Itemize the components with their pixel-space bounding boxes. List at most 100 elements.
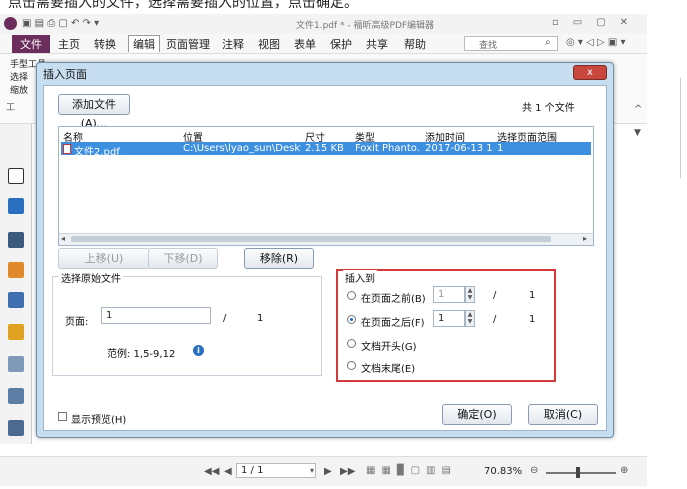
radio-before-page[interactable] xyxy=(347,291,356,300)
close-icon: x xyxy=(587,67,593,78)
layers-icon[interactable] xyxy=(8,232,24,248)
insert-page-dialog: 插入页面 x 添加文件(A)... 共 1 个文件 名称 位置 尺寸 类型 添加… xyxy=(36,62,614,438)
scroll-right-icon[interactable]: ▸ xyxy=(583,234,587,243)
after-page-separator: / xyxy=(493,314,497,325)
pages-icon[interactable] xyxy=(8,198,24,214)
before-page-input[interactable]: 1 xyxy=(433,286,465,303)
scroll-thumb[interactable] xyxy=(71,236,551,242)
after-page-spinner[interactable]: ▲ ▼ xyxy=(465,310,475,327)
document-icon[interactable] xyxy=(8,356,24,372)
range-example: 范例: 1,5-9,12 xyxy=(107,349,176,360)
zoom-slider-thumb[interactable] xyxy=(576,467,580,478)
radio-document-start[interactable] xyxy=(347,339,356,348)
zoom-slider[interactable] xyxy=(546,472,616,474)
after-page-label[interactable]: 在页面之后(F) xyxy=(361,314,425,329)
info-icon[interactable]: i xyxy=(193,345,204,356)
zoom-out-icon[interactable]: ⊖ xyxy=(530,465,538,476)
menu-protect[interactable]: 保护 xyxy=(330,36,352,52)
document-end-label[interactable]: 文档末尾(E) xyxy=(361,360,415,375)
page-number-input[interactable]: 1 / 1 xyxy=(236,463,316,478)
document-start-label[interactable]: 文档开头(G) xyxy=(361,338,417,353)
search-input[interactable]: 查找 xyxy=(479,38,497,51)
page-thumbnail-icon[interactable] xyxy=(8,168,24,184)
source-file-group-title: 选择原始文件 xyxy=(59,270,123,285)
file-table: 名称 位置 尺寸 类型 添加时间 选择页面范围 文件2.pdf C:\Users… xyxy=(58,126,594,246)
window-title: 文件1.pdf * - 福昕高级PDF编辑器 xyxy=(296,21,435,31)
attachment-icon[interactable] xyxy=(8,292,24,308)
search-box[interactable]: 查找 ⌕ xyxy=(464,36,558,51)
show-preview-checkbox[interactable] xyxy=(58,412,67,421)
toolbar-right-icons[interactable]: ◎ ▾ ◁ ▷ ▣ ▾ xyxy=(566,37,626,48)
right-panel-edge xyxy=(680,78,687,178)
page-dropdown-icon[interactable]: ▾ xyxy=(310,466,314,475)
zoom-level[interactable]: 70.83% xyxy=(484,466,522,477)
app-logo-icon xyxy=(4,17,17,30)
cell-type: Foxit Phanto... xyxy=(355,143,421,154)
menu-bar: 文件 主页 转换 编辑 页面管理 注释 视图 表单 保护 共享 帮助 查找 ⌕ … xyxy=(0,34,647,54)
menu-edit[interactable]: 编辑 xyxy=(128,35,160,52)
table-icon[interactable] xyxy=(8,388,24,404)
overlay-caption: 点击需要插入的文件，选择需要插入的位置，点击确定。 xyxy=(0,0,687,14)
before-page-separator: / xyxy=(493,290,497,301)
menu-convert[interactable]: 转换 xyxy=(94,36,116,52)
cell-size: 2.15 KB xyxy=(305,143,344,154)
scroll-down-icon[interactable]: ▼ xyxy=(634,128,641,138)
source-page-input[interactable]: 1 xyxy=(101,307,211,324)
menu-file[interactable]: 文件 xyxy=(12,35,50,53)
radio-document-end[interactable] xyxy=(347,361,356,370)
menu-view[interactable]: 视图 xyxy=(258,36,280,52)
scroll-left-icon[interactable]: ◂ xyxy=(61,234,65,243)
remove-button[interactable]: 移除(R) xyxy=(244,248,314,269)
pdf-file-icon xyxy=(63,144,71,154)
insert-to-group-title: 插入到 xyxy=(343,270,377,285)
menu-comment[interactable]: 注释 xyxy=(222,36,244,52)
ribbon-zoom[interactable]: 缩放 xyxy=(10,83,28,96)
cell-range: 1 xyxy=(497,143,504,154)
last-page-icon[interactable]: ▶▶ xyxy=(340,466,355,477)
menu-help[interactable]: 帮助 xyxy=(404,36,426,52)
cancel-button[interactable]: 取消(C) xyxy=(528,404,598,425)
before-page-total: 1 xyxy=(529,290,536,301)
horizontal-scrollbar[interactable]: ◂ ▸ xyxy=(59,233,593,245)
move-down-button[interactable]: 下移(D) xyxy=(148,248,218,269)
before-page-spinner[interactable]: ▲ ▼ xyxy=(465,286,475,303)
panel-collapse-icon[interactable]: ^ xyxy=(634,104,642,115)
show-preview-label[interactable]: 显示预览(H) xyxy=(71,411,126,426)
window-controls[interactable]: ▫▭▢✕ xyxy=(552,17,642,28)
ok-button[interactable]: 确定(O) xyxy=(442,404,512,425)
after-page-input[interactable]: 1 xyxy=(433,310,465,327)
search-icon: ⌕ xyxy=(545,37,551,48)
source-file-group: 选择原始文件 页面: 1 / 1 范例: 1,5-9,12 i xyxy=(52,270,322,376)
lock-icon[interactable] xyxy=(8,324,24,340)
source-page-total: 1 xyxy=(257,313,264,324)
ribbon-group-label: 工 xyxy=(6,103,16,113)
dialog-title: 插入页面 xyxy=(43,68,87,81)
next-page-icon[interactable]: ▶ xyxy=(324,466,332,477)
prev-page-icon[interactable]: ◀ xyxy=(224,466,232,477)
source-page-separator: / xyxy=(223,313,227,324)
menu-page-manage[interactable]: 页面管理 xyxy=(166,36,210,52)
menu-form[interactable]: 表单 xyxy=(294,36,316,52)
dialog-close-button[interactable]: x xyxy=(573,65,607,80)
insert-to-group: 插入到 在页面之前(B) 1 ▲ ▼ / 1 在页面之后(F) 1 ▲ ▼ / 1 … xyxy=(340,270,554,376)
first-page-icon[interactable]: ◀◀ xyxy=(204,466,219,477)
add-file-button[interactable]: 添加文件(A)... xyxy=(58,94,130,130)
cell-location: C:\Users\lyao_sun\Desktop\ xyxy=(183,143,301,154)
dialog-body: 添加文件(A)... 共 1 个文件 名称 位置 尺寸 类型 添加时间 选择页面… xyxy=(43,85,607,431)
menu-home[interactable]: 主页 xyxy=(58,36,80,52)
app-window: 点击需要插入的文件，选择需要插入的位置，点击确定。 ▣ ▤ ⎙ ▢ ↶ ↷ ▾ … xyxy=(0,0,687,489)
status-bar: ◀◀ ◀ 1 / 1 ▾ ▶ ▶▶ ▦▦▉▢▥▤ 70.83% ⊖ ⊕ xyxy=(0,456,647,486)
before-page-label[interactable]: 在页面之前(B) xyxy=(361,290,426,305)
quick-access-toolbar[interactable]: ▣ ▤ ⎙ ▢ ↶ ↷ ▾ xyxy=(22,18,99,29)
zoom-in-icon[interactable]: ⊕ xyxy=(620,465,628,476)
ribbon-select[interactable]: 选择 xyxy=(10,70,28,83)
move-up-button[interactable]: 上移(U) xyxy=(58,248,150,269)
view-mode-icons[interactable]: ▦▦▉▢▥▤ xyxy=(366,465,457,476)
after-page-total: 1 xyxy=(529,314,536,325)
comments-icon[interactable] xyxy=(8,262,24,278)
file-count: 共 1 个文件 xyxy=(522,103,575,114)
radio-after-page[interactable] xyxy=(347,315,356,324)
cell-added: 2017-06-13 1... xyxy=(425,143,493,154)
menu-share[interactable]: 共享 xyxy=(366,36,388,52)
signature-icon[interactable] xyxy=(8,420,24,436)
